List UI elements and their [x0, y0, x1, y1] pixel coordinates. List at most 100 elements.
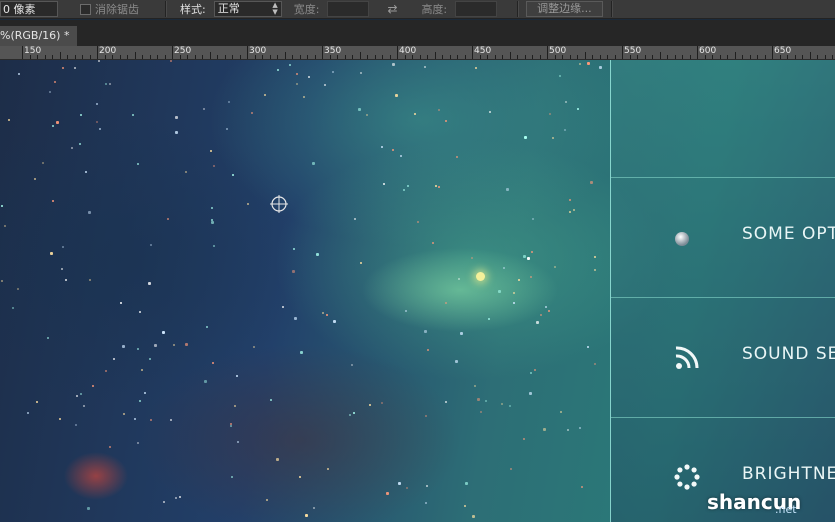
- ruler-major-tick: [172, 46, 173, 59]
- star: [351, 364, 353, 366]
- ruler-minor-tick: [509, 52, 511, 59]
- ruler-minor-tick: [719, 55, 721, 59]
- ruler-minor-tick: [479, 55, 481, 59]
- star: [137, 163, 139, 165]
- height-input[interactable]: [455, 1, 498, 17]
- ruler-minor-tick: [802, 55, 803, 59]
- star: [109, 83, 111, 85]
- star: [170, 60, 172, 62]
- ruler-major-tick: [472, 46, 473, 59]
- star: [185, 343, 188, 346]
- star: [34, 178, 36, 180]
- ruler-minor-tick: [517, 55, 518, 59]
- star: [65, 279, 67, 281]
- menu-item-some-options[interactable]: SOME OPTIONS: [611, 207, 835, 267]
- ruler-minor-tick: [209, 52, 211, 59]
- star: [366, 114, 368, 116]
- menu-label: SOUND SETTINGS: [742, 344, 835, 364]
- star: [569, 211, 571, 213]
- star: [327, 468, 329, 470]
- loading-dots-icon: [674, 464, 700, 490]
- star: [294, 317, 297, 320]
- star: [360, 72, 362, 74]
- ruler-minor-tick: [277, 55, 278, 59]
- width-input[interactable]: [327, 1, 370, 17]
- star: [308, 76, 310, 78]
- star: [403, 189, 405, 191]
- ruler-minor-tick: [37, 55, 38, 59]
- star: [549, 113, 551, 115]
- height-label: 高度:: [421, 3, 448, 16]
- anti-alias-checkbox[interactable]: [80, 3, 91, 15]
- ruler-minor-tick: [269, 55, 271, 59]
- star: [445, 120, 447, 122]
- star: [76, 395, 78, 397]
- star: [228, 101, 230, 103]
- divider: [517, 1, 519, 17]
- star: [590, 181, 593, 184]
- ruler-label: 200: [99, 46, 117, 56]
- star: [52, 125, 54, 127]
- star: [353, 412, 355, 414]
- star: [354, 218, 356, 220]
- ruler-minor-tick: [689, 55, 691, 59]
- star: [506, 188, 509, 191]
- ruler-minor-tick: [44, 55, 46, 59]
- menu-item-sound-settings[interactable]: SOUND SETTINGS: [611, 327, 835, 387]
- ruler-label: 300: [249, 46, 267, 56]
- star: [270, 399, 272, 401]
- ruler-minor-tick: [307, 55, 308, 59]
- ruler-minor-tick: [404, 55, 406, 59]
- ruler-minor-tick: [239, 55, 241, 59]
- ruler-major-tick: [397, 46, 398, 59]
- ruler-minor-tick: [112, 55, 113, 59]
- ruler-minor-tick: [89, 55, 91, 59]
- menu-divider: [611, 417, 835, 418]
- ruler-minor-tick: [442, 55, 443, 59]
- star: [12, 307, 14, 309]
- star: [414, 113, 416, 115]
- star: [113, 358, 115, 360]
- dot: [684, 464, 690, 470]
- star: [144, 392, 146, 394]
- star: [247, 203, 249, 205]
- star: [577, 108, 579, 110]
- star: [204, 380, 207, 383]
- ruler-minor-tick: [52, 55, 53, 59]
- star: [277, 69, 279, 71]
- ruler-major-tick: [697, 46, 698, 59]
- swap-icon[interactable]: ⇄: [387, 3, 401, 15]
- star: [530, 372, 532, 374]
- feather-input[interactable]: 0 像素: [0, 1, 58, 17]
- ruler-minor-tick: [202, 55, 203, 59]
- star: [438, 109, 440, 111]
- anti-alias-label: 消除锯齿: [95, 3, 139, 16]
- star: [299, 476, 301, 478]
- star: [120, 302, 122, 304]
- ruler-minor-tick: [224, 55, 226, 59]
- style-select[interactable]: 正常 ▲ ▼: [213, 1, 282, 17]
- ruler-minor-tick: [614, 55, 616, 59]
- star: [475, 67, 477, 69]
- star: [322, 312, 324, 314]
- menu-divider: [611, 297, 835, 298]
- ruler-minor-tick: [779, 55, 781, 59]
- star: [445, 302, 447, 304]
- document-tab[interactable]: %(RGB/16) *: [0, 26, 78, 46]
- ruler-minor-tick: [794, 55, 796, 59]
- ruler-minor-tick: [502, 55, 503, 59]
- refine-edge-button[interactable]: 调整边缘...: [526, 1, 603, 17]
- bright-star: [476, 272, 485, 281]
- star: [80, 393, 82, 395]
- star: [471, 257, 473, 259]
- star: [548, 310, 550, 312]
- ruler-minor-tick: [734, 52, 736, 59]
- dot: [694, 474, 700, 480]
- divider: [165, 1, 166, 17]
- ruler-minor-tick: [824, 55, 826, 59]
- ruler-minor-tick: [659, 52, 661, 59]
- canvas[interactable]: SOME OPTIONS SOUND SETTINGS BRIGHTNESS: [0, 60, 835, 522]
- star: [230, 425, 232, 427]
- ruler-minor-tick: [532, 55, 533, 59]
- ruler-label: 150: [24, 46, 42, 56]
